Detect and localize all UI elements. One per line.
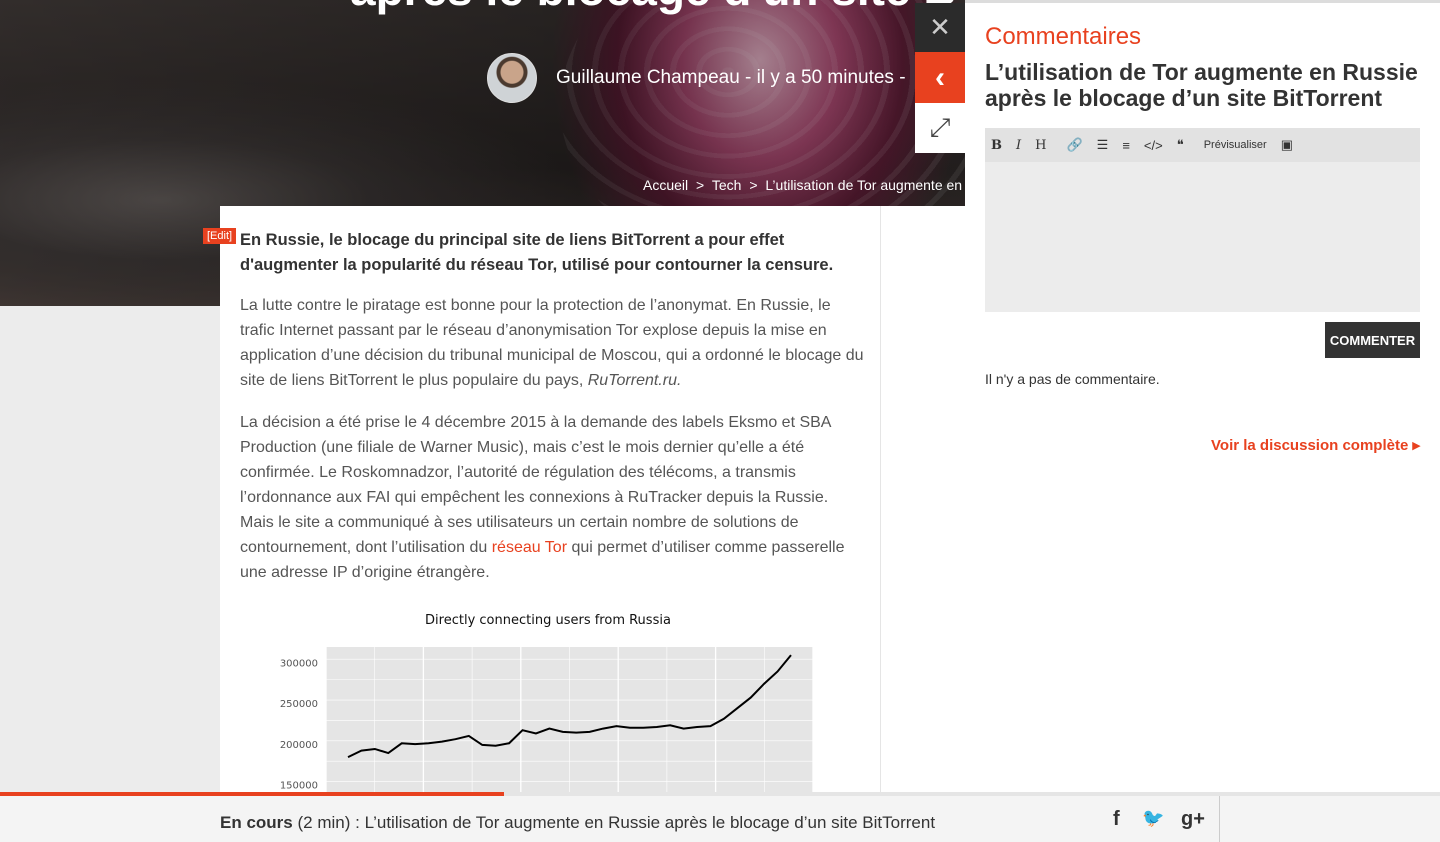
author-byline: Guillaume Champeau - il y a 50 minutes - <box>487 53 906 103</box>
close-button[interactable]: ✕ <box>915 3 965 52</box>
fullscreen-button[interactable]: ⤢ <box>915 103 965 153</box>
bullet-list-icon[interactable]: ☰ <box>1097 137 1109 153</box>
no-comment-text: Il n'y a pas de commentaire. <box>985 371 1160 387</box>
collapse-panel-button[interactable]: ‹ <box>915 52 965 103</box>
now-reading-status: En cours <box>220 813 293 832</box>
bottom-bar-divider <box>1219 796 1220 842</box>
comment-textarea[interactable] <box>985 162 1420 312</box>
breadcrumb-separator: > <box>749 177 758 193</box>
facebook-icon[interactable]: f <box>1113 808 1120 831</box>
tor-users-chart: Directly connecting users from Russia 15… <box>273 602 828 803</box>
google-plus-icon[interactable]: g+ <box>1181 808 1205 831</box>
breadcrumb-home[interactable]: Accueil <box>643 177 688 193</box>
paragraph-text: La lutte contre le piratage est bonne po… <box>240 297 864 389</box>
breadcrumb-separator: > <box>696 177 705 193</box>
paragraph-text: La décision a été prise le 4 décembre 20… <box>240 414 831 556</box>
article-paragraph-1: La lutte contre le piratage est bonne po… <box>240 293 865 393</box>
numbered-list-icon[interactable]: ≡ <box>1122 138 1130 153</box>
comments-panel: Commentaires L’utilisation de Tor augmen… <box>965 3 1440 793</box>
site-name: RuTorrent.ru. <box>587 372 682 389</box>
close-icon: ✕ <box>929 12 951 42</box>
italic-button[interactable]: I <box>1016 138 1021 153</box>
article-sidebar <box>880 206 965 796</box>
full-discussion-link[interactable]: Voir la discussion complète ▸ <box>1211 436 1420 454</box>
submit-comment-button[interactable]: COMMENTER <box>1325 322 1420 358</box>
tor-network-link[interactable]: réseau Tor <box>492 539 567 556</box>
edit-badge[interactable]: [Edit] <box>203 228 237 244</box>
preview-button[interactable]: Prévisualiser <box>1204 139 1267 151</box>
chevron-left-icon: ‹ <box>935 60 945 94</box>
page: après le blocage d'un site B Guillaume C… <box>0 0 1440 842</box>
twitter-icon[interactable]: 🐦 <box>1142 808 1164 829</box>
chart-svg: Directly connecting users from Russia 15… <box>280 613 814 803</box>
chart-ytick-label: 300000 <box>280 658 318 669</box>
comments-article-title: L’utilisation de Tor augmente en Russie … <box>985 59 1418 111</box>
author-name[interactable]: Guillaume Champeau - il y a 50 minutes - <box>556 67 906 89</box>
chart-title: Directly connecting users from Russia <box>425 613 671 628</box>
article-paragraph-2: La décision a été prise le 4 décembre 20… <box>240 410 865 585</box>
now-reading-duration: (2 min) <box>297 813 351 832</box>
code-icon[interactable]: </> <box>1144 138 1163 153</box>
heading-button[interactable]: H <box>1035 138 1046 153</box>
breadcrumb-tech[interactable]: Tech <box>712 177 742 193</box>
author-avatar[interactable] <box>487 53 537 103</box>
breadcrumb-current: L’utilisation de Tor augmente en Ru <box>765 177 965 193</box>
image-icon[interactable]: ▣ <box>1281 137 1293 153</box>
bold-button[interactable]: B <box>991 138 1002 153</box>
quote-icon[interactable]: ❝ <box>1177 137 1184 153</box>
article-lead: En Russie, le blocage du principal site … <box>240 231 834 274</box>
editor-toolbar: B I H 🔗 ☰ ≡ </> ❝ Prévisualiser ▣ <box>985 128 1420 162</box>
hero-title: après le blocage d'un site B <box>350 0 957 16</box>
now-reading: En cours (2 min) : L’utilisation de Tor … <box>220 813 935 833</box>
comments-title: Commentaires <box>985 23 1142 50</box>
chart-ytick-label: 200000 <box>280 740 318 751</box>
chart-ytick-label: 250000 <box>280 699 318 710</box>
link-icon[interactable]: 🔗 <box>1066 137 1082 153</box>
breadcrumb: Accueil > Tech > L’utilisation de Tor au… <box>643 177 965 193</box>
expand-icon: ⤢ <box>929 112 951 142</box>
now-reading-title: : L’utilisation de Tor augmente en Russi… <box>355 813 936 832</box>
chart-ytick-label: 150000 <box>280 781 318 792</box>
